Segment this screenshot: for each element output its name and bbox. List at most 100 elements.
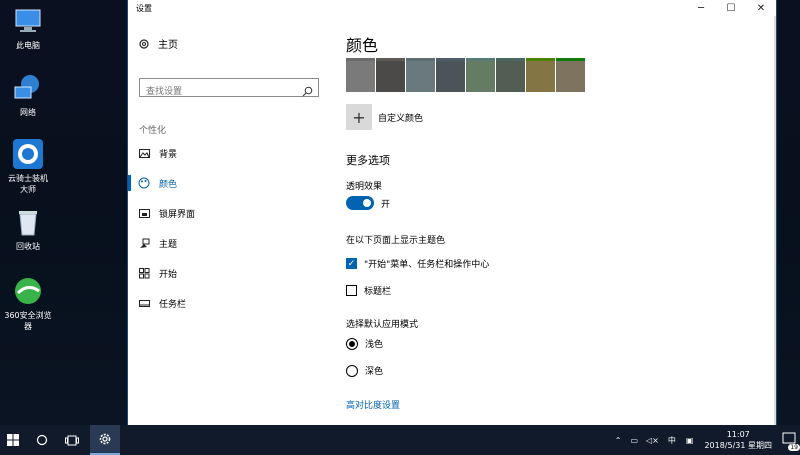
maximize-button[interactable]: ☐: [716, 0, 746, 16]
clock-time: 11:07: [726, 430, 750, 439]
system-tray: ⌃ ▭ ◁× 中 ▣ 11:07 2018/5/31 星期四 19: [610, 425, 800, 455]
checkbox-label: "开始"菜单、任务栏和操作中心: [364, 260, 490, 270]
lock-screen-icon: [138, 207, 150, 219]
search-box[interactable]: [139, 78, 319, 101]
sidebar-item-label: 锁屏界面: [159, 209, 196, 220]
notification-badge: 19: [788, 444, 800, 451]
minimize-button[interactable]: ─: [686, 0, 716, 16]
color-swatch[interactable]: [376, 58, 405, 92]
colors-page: 颜色 + 自定义颜色 更多选项 透明效果 开 在以下页面上显示主题色 ✓ "开始…: [346, 16, 766, 425]
title-bar-checkbox[interactable]: 标题栏: [346, 284, 391, 297]
sidebar-item-colors[interactable]: 颜色: [128, 169, 328, 197]
taskbar-settings-app[interactable]: [90, 425, 120, 455]
taskbar-icon: [138, 297, 150, 309]
transparency-toggle[interactable]: 开: [346, 196, 390, 210]
sidebar-item-label: 开始: [159, 269, 178, 280]
color-swatch[interactable]: [436, 58, 465, 92]
desktop-icon-yunqishi[interactable]: 云骑士装机 大师: [0, 138, 64, 195]
desktop-icon-label: 云骑士装机 大师: [8, 174, 48, 194]
nav-home-label: 主页: [158, 40, 178, 51]
taskbar: ⌃ ▭ ◁× 中 ▣ 11:07 2018/5/31 星期四 19: [0, 425, 800, 455]
plus-icon: +: [346, 104, 372, 130]
radio-unselected: [346, 364, 358, 377]
keyboard-icon[interactable]: ▣: [686, 436, 694, 445]
cortana-button[interactable]: [28, 425, 56, 455]
sidebar-item-background[interactable]: 背景: [128, 139, 328, 167]
volume-icon[interactable]: ◁×: [646, 436, 659, 445]
yunqishi-icon: [12, 138, 44, 170]
more-options-heading: 更多选项: [346, 154, 390, 167]
title-bar[interactable]: 设置 ─ ☐ ✕: [128, 0, 776, 16]
sidebar-item-label: 任务栏: [159, 299, 187, 310]
theme-icon: [138, 237, 150, 249]
search-input[interactable]: [140, 83, 296, 101]
custom-color-button[interactable]: + 自定义颜色: [346, 104, 423, 130]
clock[interactable]: 11:07 2018/5/31 星期四: [704, 429, 772, 451]
sidebar-item-lock-screen[interactable]: 锁屏界面: [128, 199, 328, 227]
checkmark-icon: ✓: [346, 258, 357, 269]
radio-dark[interactable]: 深色: [346, 364, 383, 377]
start-button[interactable]: [0, 425, 26, 455]
checkbox-box: [346, 285, 357, 296]
desktop-icon-label: 网络: [20, 108, 36, 117]
window-title: 设置: [136, 4, 152, 13]
cortana-circle-icon: [36, 434, 48, 446]
desktop-icon-label: 360安全浏览 器: [4, 311, 52, 331]
image-icon: [138, 147, 150, 159]
color-swatch[interactable]: [556, 58, 585, 92]
color-swatch[interactable]: [496, 58, 525, 92]
sidebar-item-start[interactable]: 开始: [128, 259, 328, 287]
sidebar-item-label: 主题: [159, 239, 178, 250]
chevron-up-icon[interactable]: ⌃: [615, 436, 622, 445]
windows-logo-icon: [7, 434, 19, 446]
desktop-icon-network[interactable]: 网络: [0, 72, 56, 118]
radio-label: 深色: [365, 367, 384, 377]
task-view-icon: [65, 435, 79, 445]
custom-color-label: 自定义颜色: [378, 113, 424, 124]
accent-color-swatches: [346, 58, 586, 92]
scrollbar[interactable]: [774, 16, 776, 425]
color-swatch[interactable]: [526, 58, 555, 92]
input-language[interactable]: 中: [668, 435, 676, 446]
recycle-bin-icon: [12, 206, 44, 238]
gear-icon: [138, 38, 150, 50]
gear-icon: [99, 433, 111, 445]
sidebar-item-label: 背景: [159, 149, 178, 160]
network-tray-icon[interactable]: ▭: [630, 436, 638, 445]
radio-light[interactable]: 浅色: [346, 337, 383, 350]
settings-nav: 主页 个性化 背景 颜色 锁屏界面 主题 开始: [128, 16, 340, 425]
high-contrast-link[interactable]: 高对比度设置: [346, 398, 400, 411]
browser-360-icon: [12, 275, 44, 307]
checkbox-label: 标题栏: [364, 287, 392, 297]
palette-icon: [138, 177, 150, 189]
sidebar-item-themes[interactable]: 主题: [128, 229, 328, 257]
app-mode-label: 选择默认应用模式: [346, 320, 419, 330]
radio-selected: [346, 337, 358, 350]
start-icon: [138, 267, 150, 279]
network-icon: [12, 72, 44, 104]
task-view-button[interactable]: [58, 425, 86, 455]
color-swatch[interactable]: [406, 58, 435, 92]
action-center-icon[interactable]: 19: [782, 432, 800, 451]
nav-home[interactable]: 主页: [138, 36, 178, 51]
page-title: 颜色: [346, 36, 379, 55]
sidebar-item-label: 颜色: [159, 179, 178, 190]
color-swatch[interactable]: [346, 58, 375, 92]
clock-date: 2018/5/31 星期四: [704, 441, 772, 450]
sidebar-item-taskbar[interactable]: 任务栏: [128, 289, 328, 317]
desktop-icon-label: 回收站: [16, 242, 40, 251]
close-button[interactable]: ✕: [746, 0, 776, 16]
color-swatch[interactable]: [466, 58, 495, 92]
computer-icon: [12, 5, 44, 37]
search-icon[interactable]: [302, 82, 313, 97]
desktop-icon-this-pc[interactable]: 此电脑: [0, 5, 56, 51]
start-taskbar-checkbox[interactable]: ✓ "开始"菜单、任务栏和操作中心: [346, 257, 489, 270]
toggle-switch[interactable]: [346, 196, 374, 210]
desktop-icon-recycle-bin[interactable]: 回收站: [0, 206, 56, 252]
transparency-label: 透明效果: [346, 182, 383, 192]
section-header: 个性化: [139, 126, 167, 136]
desktop-icon-label: 此电脑: [16, 41, 40, 50]
settings-window: 设置 ─ ☐ ✕ 主页 个性化 背景 颜色 锁屏界面: [128, 0, 776, 425]
desktop-icon-360-browser[interactable]: 360安全浏览 器: [0, 275, 64, 332]
accent-surfaces-label: 在以下页面上显示主题色: [346, 236, 446, 246]
